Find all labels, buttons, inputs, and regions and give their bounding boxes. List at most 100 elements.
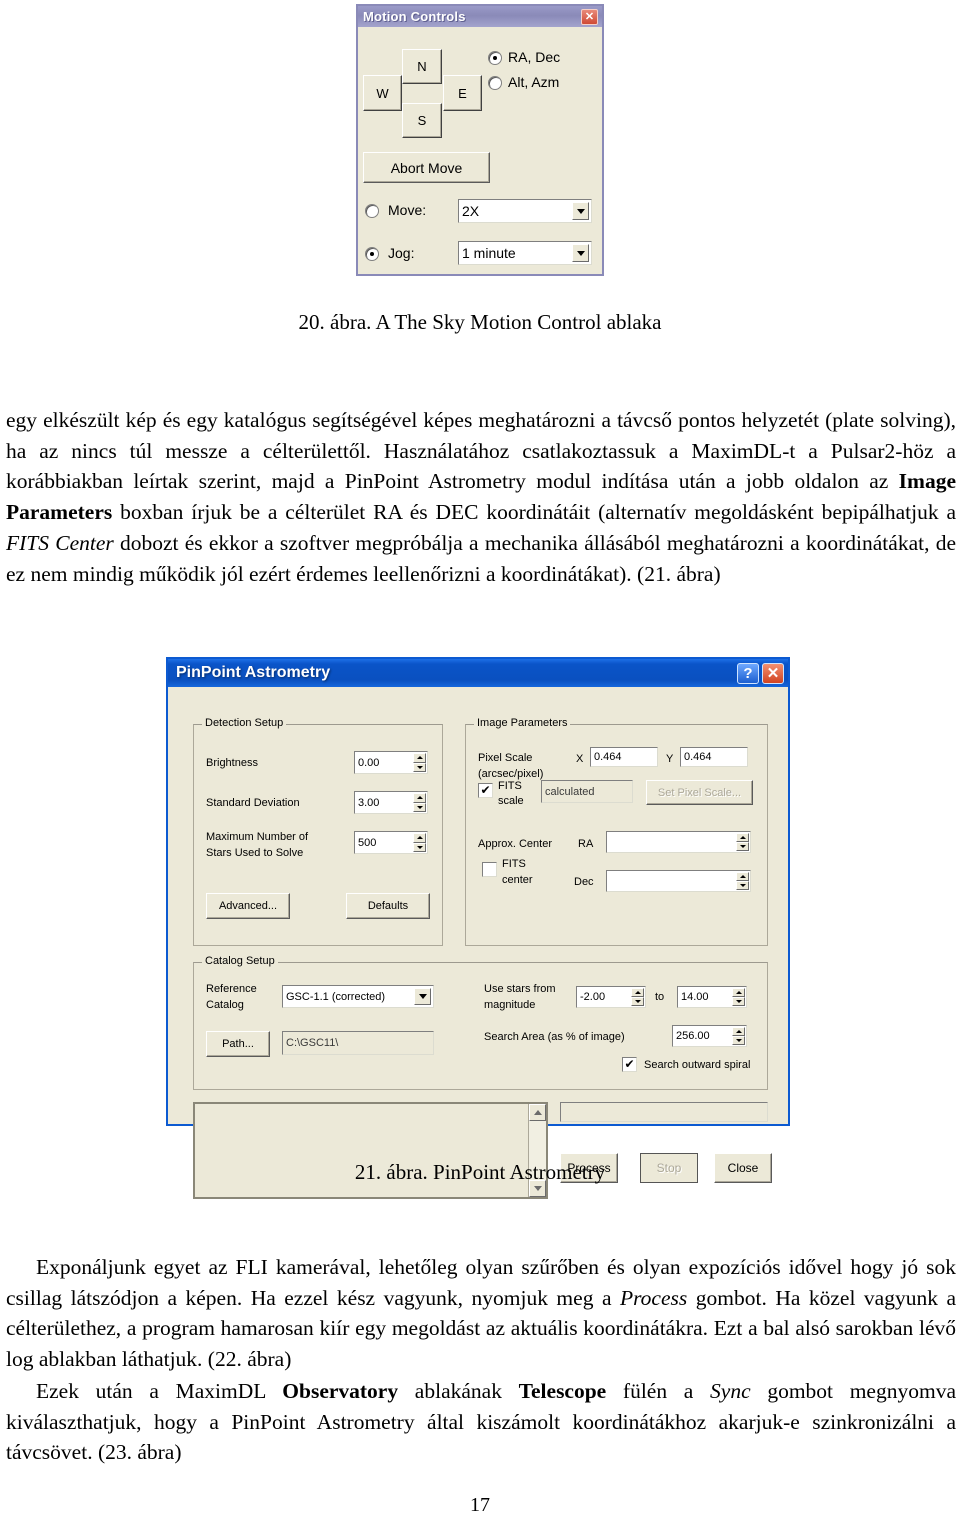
ra-spinner[interactable] [736,833,749,851]
chevron-down-glyph-2 [576,250,585,256]
search-area-spin-up[interactable] [732,1027,745,1036]
paragraph-2: Exponáljunk egyet az FLI kamerával, lehe… [6,1252,956,1375]
abort-move-button[interactable]: Abort Move [363,152,490,183]
magnitude-from-input[interactable]: -2.00 [576,986,646,1008]
pixel-scale-x-value: 0.464 [594,751,622,763]
fits-scale-checkbox[interactable]: ✔ [478,783,493,798]
motion-controls-titlebar[interactable]: Motion Controls ✕ [358,6,602,27]
search-area-spinner[interactable] [732,1027,745,1045]
calculated-field: calculated [541,780,633,803]
mag-to-spin-down[interactable] [732,997,745,1006]
page-number: 17 [470,1494,490,1516]
arrow-up-icon-7 [735,991,742,994]
fits-center-label-line2: center [502,874,533,886]
move-rate-value: 2X [462,203,480,219]
mag-from-spinner[interactable] [631,988,644,1006]
arrow-up-icon-3 [416,836,423,840]
search-outward-spiral-checkbox[interactable]: ✔ [622,1057,637,1072]
magnitude-to-input[interactable]: 14.00 [677,986,747,1008]
mag-from-spin-up[interactable] [631,988,644,997]
search-area-input[interactable]: 256.00 [672,1025,747,1047]
dec-input[interactable] [606,870,751,892]
pixel-scale-y-input[interactable]: 0.464 [680,747,748,767]
pixel-scale-x-input[interactable]: 0.464 [590,747,658,767]
close-icon[interactable]: ✕ [762,662,784,684]
pinpoint-titlebar[interactable]: PinPoint Astrometry ? ✕ [168,659,788,687]
catalog-setup-legend: Catalog Setup [202,955,278,967]
max-stars-value: 500 [358,836,377,849]
use-stars-label-line2: magnitude [484,999,536,1011]
search-area-value: 256.00 [676,1030,710,1042]
radio-jog[interactable] [365,247,379,261]
brightness-label: Brightness [206,757,258,769]
stddev-spin-up[interactable] [413,793,426,803]
advanced-button[interactable]: Advanced... [206,893,290,919]
p3-bold-telescope: Telescope [518,1379,607,1403]
set-pixel-scale-button[interactable]: Set Pixel Scale... [646,780,753,805]
east-button[interactable]: E [443,75,482,111]
mag-to-spinner[interactable] [732,988,745,1006]
brightness-spin-up[interactable] [413,753,426,763]
chevron-down-glyph [576,208,585,214]
arrow-down-icon-6 [634,1000,641,1003]
log-value [195,1104,546,1110]
close-icon[interactable]: ✕ [581,8,598,25]
search-area-spin-down[interactable] [732,1036,745,1045]
radio-move[interactable] [365,204,379,218]
mag-to-spin-up[interactable] [732,988,745,997]
ra-spin-down[interactable] [736,842,749,851]
reference-catalog-combo[interactable]: GSC-1.1 (corrected) [282,985,434,1008]
brightness-spin-down[interactable] [413,762,426,772]
ra-spin-up[interactable] [736,833,749,842]
brightness-value: 0.00 [358,756,380,769]
brightness-spinner[interactable] [413,753,426,772]
pixel-scale-label-line1: Pixel Scale [478,752,533,764]
dec-spin-down[interactable] [736,881,749,890]
max-stars-spin-up[interactable] [413,833,426,843]
arrow-down-icon-5 [739,884,746,887]
paragraph-1: egy elkészült kép és egy katalógus segít… [6,405,956,589]
radio-alt-azm[interactable] [488,76,502,90]
stddev-spinner[interactable] [413,793,426,812]
scroll-up-glyph [533,1110,542,1115]
scroll-up-icon[interactable] [529,1104,546,1121]
radio-ra-dec[interactable] [488,51,502,65]
pixel-scale-x-label: X [576,753,584,765]
jog-rate-combo[interactable]: 1 minute [458,241,592,265]
dec-spin-up[interactable] [736,872,749,881]
catalog-path-field[interactable]: C:\GSC11\ [282,1031,434,1055]
max-stars-spinner[interactable] [413,833,426,852]
arrow-up-icon [416,756,423,760]
p3-part-c: fülén a [606,1379,711,1403]
catalog-path-value: C:\GSC11\ [286,1037,339,1049]
max-stars-spin-down[interactable] [413,842,426,852]
chevron-down-icon[interactable] [572,202,589,220]
radio-jog-dot [370,252,374,256]
south-button[interactable]: S [402,103,442,138]
move-rate-combo[interactable]: 2X [458,199,592,223]
help-icon[interactable]: ? [737,662,759,684]
max-stars-label-line2: Stars Used to Solve [206,847,304,859]
p2-italic-process: Process [619,1285,688,1310]
west-button[interactable]: W [363,75,402,111]
defaults-button[interactable]: Defaults [346,893,430,919]
use-stars-label-line1: Use stars from [484,983,556,995]
fits-center-checkbox[interactable] [482,862,497,877]
ra-input[interactable] [606,831,751,853]
p1-italic-fits-center: FITS Center [6,530,114,555]
arrow-down-icon-8 [735,1039,742,1042]
search-outward-spiral-label: Search outward spiral [644,1059,751,1071]
dec-spinner[interactable] [736,872,749,890]
stddev-spin-down[interactable] [413,802,426,812]
chevron-down-icon-2[interactable] [572,244,589,262]
north-button[interactable]: N [402,49,442,84]
chevron-down-icon-3[interactable] [414,988,431,1005]
path-button[interactable]: Path... [206,1031,270,1057]
standard-deviation-input[interactable]: 3.00 [354,791,428,814]
mag-from-spin-down[interactable] [631,997,644,1006]
max-stars-input[interactable]: 500 [354,831,428,854]
scroll-down-glyph [533,1186,542,1191]
brightness-input[interactable]: 0.00 [354,751,428,774]
arrow-down-icon [416,765,423,769]
ra-label: RA [578,838,594,850]
